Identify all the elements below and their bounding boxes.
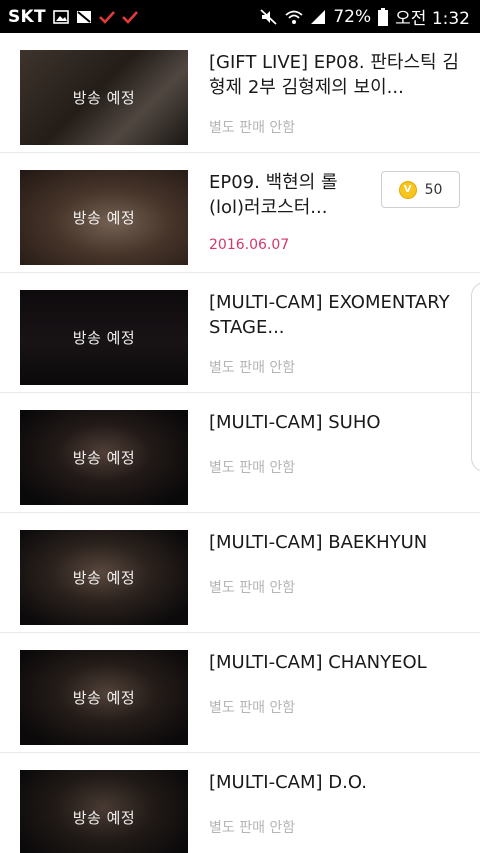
mute-icon [260,8,278,25]
image-crossed-icon [76,9,92,25]
battery-percent: 72% [333,6,372,27]
thumbnail-label: 방송 예정 [72,329,136,347]
carrier-label: SKT [8,6,46,27]
item-subtitle: 별도 판매 안함 [209,580,296,596]
thumbnail[interactable]: 방송 예정 [20,650,188,745]
thumbnail[interactable]: 방송 예정 [20,50,188,145]
status-bar-left: SKT [8,7,138,27]
thumbnail[interactable]: 방송 예정 [20,170,188,265]
thumbnail[interactable]: 방송 예정 [20,530,188,625]
item-subtitle: 별도 판매 안함 [209,820,296,836]
thumbnail-label: 방송 예정 [72,449,136,467]
check-icon [122,10,138,24]
status-bar-right: 72% 오전 1:32 [260,4,470,29]
price-value: 50 [424,181,443,198]
thumbnail-label: 방송 예정 [72,809,136,827]
thumbnail[interactable]: 방송 예정 [20,410,188,505]
check-icon [99,10,115,24]
video-list: 방송 예정 [GIFT LIVE] EP08. 판타스틱 김형제 2부 김형제의… [0,33,480,853]
item-title[interactable]: [MULTI-CAM] BAEKHYUN [209,530,461,555]
list-item[interactable]: 방송 예정 [MULTI-CAM] SUHO 별도 판매 안함 [0,393,480,513]
thumbnail-label: 방송 예정 [72,209,136,227]
list-item[interactable]: 방송 예정 [GIFT LIVE] EP08. 판타스틱 김형제 2부 김형제의… [0,33,480,153]
status-bar: SKT 72% 오전 1:32 [0,0,480,33]
thumbnail-label: 방송 예정 [72,689,136,707]
signal-icon [310,9,326,25]
thumbnail[interactable]: 방송 예정 [20,290,188,385]
item-title[interactable]: [MULTI-CAM] CHANYEOL [209,650,461,675]
item-subtitle: 별도 판매 안함 [209,360,296,376]
battery-icon [378,7,389,26]
gallery-icon [53,9,69,25]
item-title[interactable]: [MULTI-CAM] SUHO [209,410,461,435]
list-item[interactable]: 방송 예정 [MULTI-CAM] BAEKHYUN 별도 판매 안함 [0,513,480,633]
item-subtitle: 별도 판매 안함 [209,120,296,136]
item-title[interactable]: [MULTI-CAM] D.O. [209,770,461,795]
item-title[interactable]: EP09. 백현의 롤(lol)러코스터... [209,170,369,220]
list-item[interactable]: 방송 예정 [MULTI-CAM] EXOMENTARY STAGE... 별도… [0,273,480,393]
thumbnail-label: 방송 예정 [72,89,136,107]
wifi-icon [285,9,303,25]
edge-scroll-handle[interactable] [471,282,480,472]
list-item[interactable]: 방송 예정 [MULTI-CAM] D.O. 별도 판매 안함 [0,753,480,853]
item-subtitle: 별도 판매 안함 [209,460,296,476]
item-date: 2016.06.07 [209,237,290,253]
thumbnail-label: 방송 예정 [72,569,136,587]
item-title[interactable]: [MULTI-CAM] EXOMENTARY STAGE... [209,290,461,340]
item-subtitle: 별도 판매 안함 [209,700,296,716]
clock: 오전 1:32 [395,9,470,29]
list-item[interactable]: 방송 예정 [MULTI-CAM] CHANYEOL 별도 판매 안함 [0,633,480,753]
vlive-coin-icon: V [398,180,417,199]
thumbnail[interactable]: 방송 예정 [20,770,188,853]
item-title[interactable]: [GIFT LIVE] EP08. 판타스틱 김형제 2부 김형제의 보이... [209,50,461,100]
purchase-price-button[interactable]: V 50 [381,171,460,208]
